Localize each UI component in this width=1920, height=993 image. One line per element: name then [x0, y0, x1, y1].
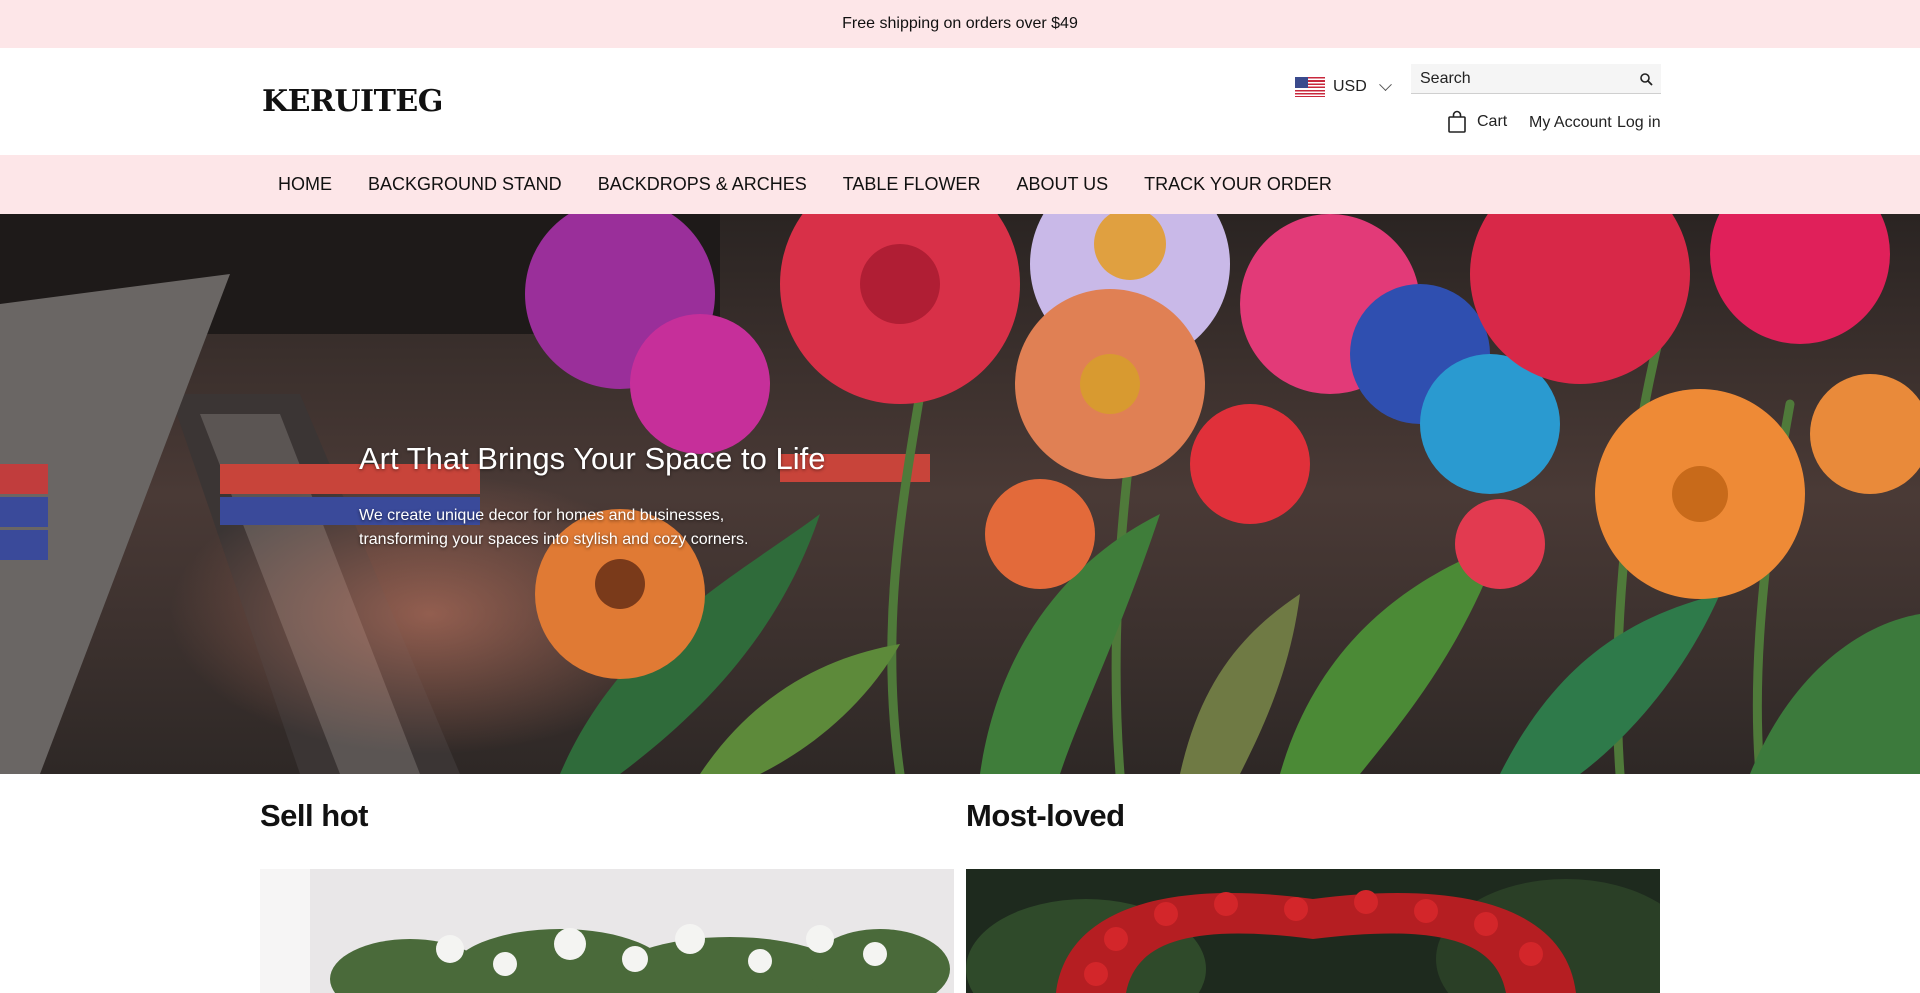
hero-image [0, 214, 1920, 774]
announcement-bar: Free shipping on orders over $49 [0, 0, 1920, 48]
site-header: KERUITEG USD Cart My Account Log in [0, 48, 1920, 155]
currency-selector[interactable]: USD [1295, 66, 1392, 108]
cart-label: Cart [1477, 113, 1508, 130]
hero-subtitle: We create unique decor for homes and bus… [359, 507, 749, 548]
nav-item-track-order[interactable]: TRACK YOUR ORDER [1126, 174, 1350, 195]
search-input[interactable] [1420, 69, 1630, 88]
my-account-link[interactable]: My Account [1529, 114, 1612, 132]
main-nav: HOME BACKGROUND STAND BACKDROPS & ARCHES… [0, 155, 1920, 214]
us-flag-icon [1295, 77, 1325, 97]
search-icon[interactable] [1639, 72, 1653, 86]
hero-title: Art That Brings Your Space to Life [359, 441, 826, 476]
collection-card-sell-hot[interactable] [260, 869, 954, 993]
site-logo[interactable]: KERUITEG [262, 84, 443, 119]
nav-item-table-flower[interactable]: TABLE FLOWER [825, 174, 999, 195]
nav-item-home[interactable]: HOME [260, 174, 350, 195]
chevron-down-icon [1378, 77, 1392, 91]
shopping-bag-icon [1448, 110, 1466, 133]
search-box [1411, 64, 1661, 94]
collection-title-most-loved[interactable]: Most-loved [966, 798, 1125, 834]
nav-item-background-stand[interactable]: BACKGROUND STAND [350, 174, 580, 195]
collection-title-sell-hot[interactable]: Sell hot [260, 798, 368, 834]
nav-item-about-us[interactable]: ABOUT US [998, 174, 1126, 195]
cart-link[interactable]: Cart [1447, 110, 1507, 134]
hero-banner[interactable]: Art That Brings Your Space to Life We cr… [0, 214, 1920, 774]
collection-image-most-loved [966, 869, 1660, 993]
collection-card-most-loved[interactable] [966, 869, 1660, 993]
login-link[interactable]: Log in [1617, 114, 1661, 132]
currency-label: USD [1333, 78, 1367, 95]
announcement-text: Free shipping on orders over $49 [842, 15, 1078, 32]
nav-item-backdrops-arches[interactable]: BACKDROPS & ARCHES [580, 174, 825, 195]
collection-image-sell-hot [260, 869, 954, 993]
